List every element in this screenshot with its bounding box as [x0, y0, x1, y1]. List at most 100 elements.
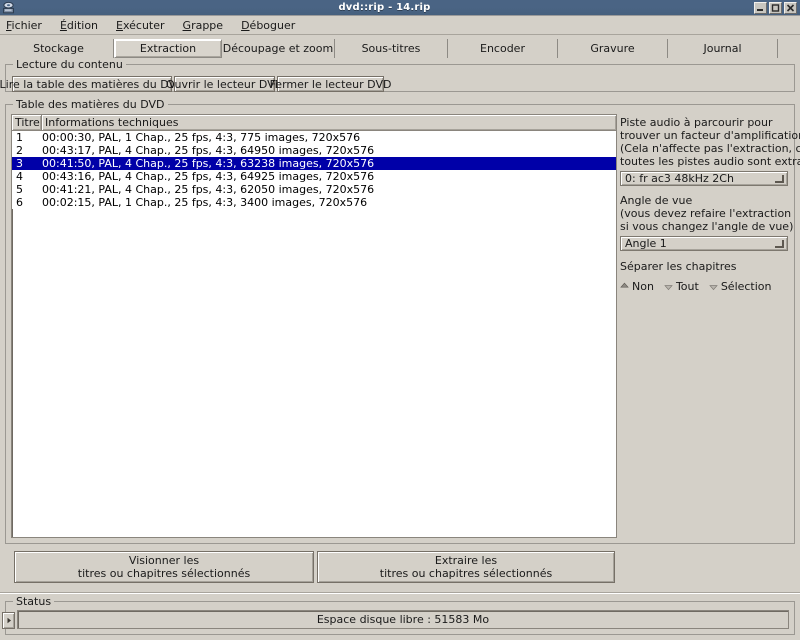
- row-technical-info: 00:41:50, PAL, 4 Chap., 25 fps, 4:3, 632…: [42, 157, 375, 170]
- close-icon[interactable]: [784, 1, 797, 14]
- toc-list-header: Titre Informations techniques: [12, 115, 616, 131]
- menu-executer-label: xécuter: [122, 19, 165, 32]
- menu-edition[interactable]: Édition: [60, 18, 107, 33]
- table-row[interactable]: 3 00:41:50, PAL, 4 Chap., 25 fps, 4:3, 6…: [12, 157, 616, 170]
- angle-select-value: Angle 1: [625, 237, 667, 250]
- read-dvd-toc-button[interactable]: Lire la table des matières du DVD: [0, 76, 184, 92]
- table-row[interactable]: 1 00:00:30, PAL, 1 Chap., 25 fps, 4:3, 7…: [12, 131, 616, 144]
- close-dvd-drive-button[interactable]: Fermer le lecteur DVD: [270, 76, 391, 92]
- table-row[interactable]: 6 00:02:15, PAL, 1 Chap., 25 fps, 4:3, 3…: [12, 196, 616, 209]
- radio-option-non[interactable]: Non: [620, 280, 654, 293]
- menu-deboguer-accel: D: [241, 19, 250, 32]
- status-scroll-left-button[interactable]: [2, 612, 15, 629]
- window-controls: [754, 1, 797, 14]
- tab-sous-titres-label: Sous-titres: [361, 42, 421, 55]
- menu-grappe-accel: G: [182, 19, 192, 32]
- arrow-right-icon: [7, 617, 11, 624]
- maximize-icon[interactable]: [769, 1, 782, 14]
- row-technical-info: 00:43:17, PAL, 4 Chap., 25 fps, 4:3, 649…: [42, 144, 375, 157]
- app-icon: [1, 1, 15, 15]
- menu-bar: Fichier Édition Exécuter Grappe Déboguer: [0, 17, 800, 35]
- tab-gravure[interactable]: Gravure: [558, 39, 668, 58]
- radio-option-selection[interactable]: Sélection: [709, 280, 772, 293]
- table-row[interactable]: 2 00:43:17, PAL, 4 Chap., 25 fps, 4:3, 6…: [12, 144, 616, 157]
- tab-gravure-label: Gravure: [590, 42, 635, 55]
- toc-group-title: Table des matières du DVD: [13, 98, 168, 111]
- open-dvd-drive-button[interactable]: Ouvrir le lecteur DVD: [166, 76, 283, 92]
- menu-fichier[interactable]: Fichier: [6, 18, 51, 33]
- tab-journal[interactable]: Journal: [668, 39, 778, 58]
- toc-list[interactable]: Titre Informations techniques 1 00:00:30…: [11, 114, 617, 538]
- tab-extraction[interactable]: Extraction: [114, 39, 222, 58]
- menu-executer[interactable]: Exécuter: [116, 18, 174, 33]
- audio-track-select[interactable]: 0: fr ac3 48kHz 2Ch: [620, 171, 788, 186]
- view-button-line-1: Visionner les: [128, 554, 200, 567]
- status-message: Espace disque libre : 51583 Mo: [316, 613, 490, 626]
- radio-option-selection-label: Sélection: [720, 280, 772, 293]
- angle-desc-line-3: si vous changez l'angle de vue): [620, 220, 794, 233]
- extract-button-line-2: titres ou chapitres sélectionnés: [379, 567, 553, 580]
- read-dvd-toc-label: Lire la table des matières du DVD: [0, 77, 185, 91]
- tab-journal-label: Journal: [703, 42, 742, 55]
- chevron-down-icon: [775, 175, 784, 183]
- window-title: dvd::rip - 14.rip: [338, 1, 431, 13]
- close-dvd-drive-label: Fermer le lecteur DVD: [269, 77, 392, 91]
- row-title-number: 2: [16, 144, 23, 157]
- row-title-number: 6: [16, 196, 23, 209]
- extract-selected-titles-button[interactable]: Extraire les titres ou chapitres sélecti…: [317, 551, 615, 583]
- tab-extraction-label: Extraction: [139, 42, 197, 55]
- status-group-title: Status: [13, 595, 55, 608]
- tab-stockage-label: Stockage: [33, 42, 84, 55]
- menu-grappe[interactable]: Grappe: [183, 18, 233, 33]
- menu-executer-accel: E: [116, 19, 123, 32]
- open-dvd-drive-label: Ouvrir le lecteur DVD: [165, 77, 284, 91]
- tab-decoupage-et-zoom[interactable]: Découpage et zoom: [222, 39, 335, 58]
- content-read-group-title: Lecture du contenu: [13, 58, 126, 71]
- row-technical-info: 00:43:16, PAL, 4 Chap., 25 fps, 4:3, 649…: [42, 170, 375, 183]
- options-panel: Piste audio à parcourir pour trouver un …: [620, 114, 800, 538]
- split-chapters-radio-group: Non Tout Sélection: [620, 280, 790, 293]
- radio-selected-icon: [620, 282, 629, 291]
- column-header-informations-label: Informations techniques: [45, 116, 179, 129]
- split-chapters-label: Séparer les chapitres: [620, 260, 737, 273]
- tab-decoupage-et-zoom-label: Découpage et zoom: [222, 42, 334, 55]
- radio-option-tout-label: Tout: [675, 280, 699, 293]
- column-header-titre[interactable]: Titre: [12, 115, 42, 130]
- extract-button-line-1: Extraire les: [434, 554, 498, 567]
- status-message-field: Espace disque libre : 51583 Mo: [17, 610, 789, 629]
- angle-desc-line-2: (vous devez refaire l'extraction: [620, 207, 792, 220]
- tab-encoder[interactable]: Encoder: [448, 39, 558, 58]
- angle-select[interactable]: Angle 1: [620, 236, 788, 251]
- row-title-number: 5: [16, 183, 23, 196]
- tab-bar: Stockage Extraction Découpage et zoom So…: [4, 39, 796, 58]
- audio-desc-line-4: toutes les pistes audio sont extraites): [620, 155, 800, 168]
- menu-grappe-label: rappe: [191, 19, 224, 32]
- view-selected-titles-button[interactable]: Visionner les titres ou chapitres sélect…: [14, 551, 314, 583]
- radio-option-tout[interactable]: Tout: [664, 280, 699, 293]
- view-button-line-2: titres ou chapitres sélectionnés: [77, 567, 251, 580]
- tab-filler: [778, 39, 796, 58]
- menu-edition-label: dition: [66, 19, 99, 32]
- tab-encoder-label: Encoder: [480, 42, 525, 55]
- row-technical-info: 00:41:21, PAL, 4 Chap., 25 fps, 4:3, 620…: [42, 183, 375, 196]
- chevron-down-icon: [775, 240, 784, 248]
- angle-desc-line-1: Angle de vue: [620, 194, 693, 207]
- table-row[interactable]: 5 00:41:21, PAL, 4 Chap., 25 fps, 4:3, 6…: [12, 183, 616, 196]
- row-title-number: 3: [16, 157, 23, 170]
- column-header-informations[interactable]: Informations techniques: [42, 115, 616, 130]
- tab-stockage[interactable]: Stockage: [4, 39, 114, 58]
- audio-desc-line-2: trouver un facteur d'amplification.: [620, 129, 800, 142]
- column-header-titre-label: Titre: [15, 116, 40, 129]
- status-separator-highlight: [0, 593, 800, 594]
- tab-sous-titres[interactable]: Sous-titres: [335, 39, 448, 58]
- angle-description: Angle de vue (vous devez refaire l'extra…: [620, 194, 794, 233]
- menu-deboguer-label: éboguer: [249, 19, 296, 32]
- menu-deboguer[interactable]: Déboguer: [241, 18, 304, 33]
- audio-track-description: Piste audio à parcourir pour trouver un …: [620, 116, 800, 168]
- minimize-icon[interactable]: [754, 1, 767, 14]
- audio-desc-line-1: Piste audio à parcourir pour: [620, 116, 773, 129]
- menu-edition-accel: É: [59, 19, 67, 32]
- radio-unselected-icon: [664, 282, 673, 291]
- table-row[interactable]: 4 00:43:16, PAL, 4 Chap., 25 fps, 4:3, 6…: [12, 170, 616, 183]
- title-bar: dvd::rip - 14.rip: [0, 0, 800, 16]
